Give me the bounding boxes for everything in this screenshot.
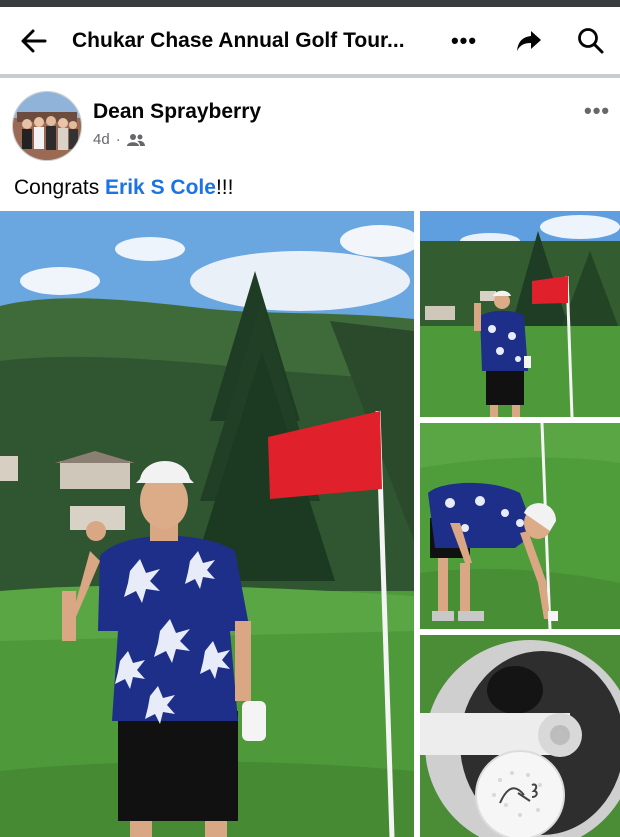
post-time[interactable]: 4d [93,131,110,148]
post-card: Dean Sprayberry 4d · ••• Congrats Erik S… [0,78,620,837]
post-more-button[interactable]: ••• [584,98,610,124]
arrow-left-icon [21,29,47,52]
photo-thumb-flag[interactable] [420,211,620,417]
page-title: Chukar Chase Annual Golf Tour... [72,29,405,52]
share-arrow-icon [517,30,541,51]
caption-prefix: Congrats [14,176,106,199]
photo-thumb-retrieving[interactable] [420,423,620,629]
photo-main[interactable] [0,211,414,837]
meta-separator: · [115,131,121,148]
avatar[interactable] [12,91,82,161]
friends-icon [126,133,145,146]
caption-suffix: !!! [215,176,234,199]
top-app-bar: Chukar Chase Annual Golf Tour... ••• [0,7,620,74]
share-button[interactable] [505,7,553,74]
post-caption: Congrats Erik S Cole!!! [14,176,233,200]
mention-link[interactable]: Erik S Cole [105,176,216,199]
post-meta: 4d · [93,131,145,148]
photo-thumb-ball-in-cup[interactable] [420,635,620,837]
search-icon [578,27,604,53]
back-button[interactable] [10,7,58,74]
status-strip [0,0,620,7]
more-options-button[interactable]: ••• [444,7,484,74]
author-name[interactable]: Dean Sprayberry [93,100,261,124]
search-button[interactable] [567,7,615,74]
